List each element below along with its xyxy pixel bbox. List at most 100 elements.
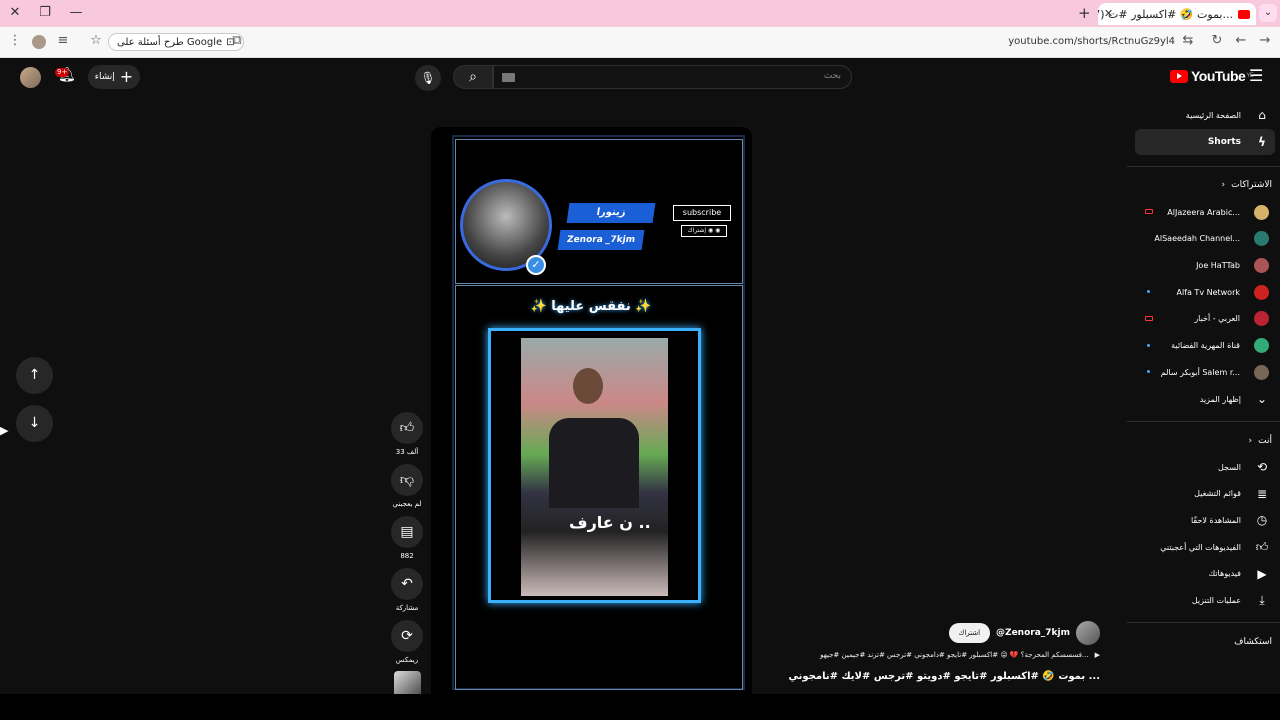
sidebar-item-channel[interactable]: AlSaeedah Channel... (1135, 226, 1275, 252)
close-window-icon[interactable]: ✕ (5, 4, 25, 22)
history-icon: ⟲ (1256, 460, 1268, 474)
tab-close-icon[interactable]: ✕ (1104, 7, 1113, 20)
comment-icon[interactable]: ▤ (391, 516, 423, 548)
arrow-down-icon: ↓ (28, 415, 41, 431)
bookmark-star-icon[interactable]: ☆ (87, 33, 105, 48)
person-head (573, 368, 603, 404)
install-app-icon[interactable]: ⧉ (228, 33, 246, 48)
short-video-player[interactable]: ✓ زينورا Zenora _7kjm subscribe إشتراك ◉… (431, 127, 752, 694)
plus-icon: + (119, 67, 134, 86)
subscriptions-header[interactable]: › الاشتراكات (1222, 180, 1272, 190)
site-settings-icon[interactable]: ⇆ (1179, 33, 1197, 48)
comment-count: 882 (400, 552, 414, 560)
youtube-page: ☰ YouTube YE بحث ⌕ 🎙 إنشاء + 🔔︎ 9+ الصفح… (0, 58, 1280, 712)
explore-title: استكشاف (1234, 637, 1272, 647)
comments-action[interactable]: ▤ 882 (391, 516, 423, 560)
sidebar-item-your-videos[interactable]: فيديوهاتك ▶ (1135, 561, 1275, 587)
browser-tab[interactable]: (647) بموت 🤣 #اكسبلور #ت... (1098, 3, 1256, 25)
share-icon[interactable]: ↶ (391, 568, 423, 600)
account-avatar[interactable] (20, 67, 41, 88)
sidebar-item-show-more[interactable]: إظهار المزيد ⌄ (1135, 386, 1275, 412)
minimize-window-icon[interactable]: — (66, 4, 86, 22)
remix-icon[interactable]: ⟳ (391, 620, 423, 652)
dislike-icon[interactable]: 👎︎ (391, 464, 423, 496)
channel-avatar[interactable] (1076, 621, 1100, 645)
sidebar-item-label: إظهار المزيد (1199, 394, 1241, 404)
reading-list-icon[interactable]: ≡ (54, 33, 72, 48)
subscriptions-title: الاشتراكات (1231, 180, 1272, 190)
inner-video-text: ن عارف .. (569, 513, 651, 532)
sidebar-item-label: الصفحة الرئيسية (1185, 110, 1241, 120)
share-label: مشاركة (395, 604, 419, 612)
playlists-icon: ≣ (1256, 486, 1268, 501)
back-icon[interactable]: → (1256, 33, 1274, 48)
short-title[interactable]: بموت 🤣 #اكسبلور #تايجو #دويتو #ترجس #لاي… (789, 671, 1100, 682)
sidebar-item-channel[interactable]: العربي - أخبار (1135, 306, 1275, 332)
sidebar-item-channel[interactable]: AlJazeera Arabic... (1135, 199, 1275, 225)
chevron-right-icon: › (1221, 180, 1226, 190)
short-description-row[interactable]: فسسسكم المحرجة؟ 💔 😜 #اكسبلور #تايجو #دام… (820, 651, 1100, 659)
new-tab-icon[interactable]: + (1078, 4, 1091, 22)
profile-avatar[interactable] (32, 35, 46, 49)
person-shirt (549, 418, 639, 508)
keyboard-icon[interactable] (502, 73, 515, 82)
forward-icon[interactable]: ← (1232, 33, 1250, 48)
sidebar-item-label: السجل (1217, 462, 1241, 472)
reload-icon[interactable]: ↻ (1208, 33, 1226, 48)
play-icon: ▶ (1094, 651, 1100, 659)
sidebar-item-downloads[interactable]: عمليات التنزيل ⤓ (1135, 588, 1275, 614)
tab-search-icon[interactable]: ⌄ (1259, 4, 1277, 22)
sidebar-item-channel[interactable]: Alfa Tv Network (1135, 279, 1275, 305)
url-text[interactable]: youtube.com/shorts/RctnuGz9yl4 (990, 36, 1175, 47)
new-content-dot (1147, 370, 1150, 374)
chevron-down-icon: ⌄ (1256, 392, 1268, 406)
sidebar-item-playlists[interactable]: قوائم التشغيل ≣ (1135, 481, 1275, 507)
channel-avatar (1254, 284, 1269, 300)
share-action[interactable]: ↶ مشاركة (391, 568, 423, 612)
remix-action[interactable]: ⟳ ريمكس (391, 620, 423, 664)
browser-toolbar: ⋮ ≡ ☆ طرح أسئلة على Google ⊡ ⧉ youtube.c… (0, 27, 1280, 80)
sidebar-item-channel[interactable]: أبوبكر سالم Salem r... (1135, 359, 1275, 385)
you-header[interactable]: › أنت (1249, 436, 1272, 446)
search-button[interactable]: ⌕ (453, 65, 493, 89)
sidebar-item-channel[interactable]: قناة المهرية الفضائية (1135, 333, 1275, 359)
inner-video-frame: ن عارف .. (488, 328, 701, 603)
channel-avatar (1254, 257, 1269, 273)
sidebar-item-label: عمليات التنزيل (1191, 596, 1241, 605)
previous-short-button[interactable]: ↑ (16, 357, 53, 394)
voice-search-button[interactable]: 🎙 (415, 65, 441, 91)
sidebar-item-label: الفيديوهات التي أعجبتني (1160, 542, 1241, 552)
sidebar-item-home[interactable]: الصفحة الرئيسية ⌂ (1135, 102, 1275, 128)
menu-dots-icon[interactable]: ⋮ (6, 33, 24, 48)
youtube-favicon-icon (1238, 9, 1250, 19)
youtube-play-icon (1170, 69, 1188, 83)
watch-later-icon: ◷ (1256, 513, 1268, 528)
live-icon (1145, 315, 1153, 321)
create-button[interactable]: إنشاء + (88, 65, 140, 89)
subscribe-button[interactable]: اشتراك (948, 623, 991, 643)
google-search-chip[interactable]: طرح أسئلة على Google ⊡ (108, 33, 244, 51)
youtube-logo[interactable]: YouTube YE (1170, 68, 1254, 84)
sidebar-item-watch-later[interactable]: المشاهدة لاحقًا ◷ (1135, 507, 1275, 533)
search-input[interactable]: بحث (493, 65, 852, 89)
new-content-dot (1147, 290, 1150, 294)
channel-avatar (1254, 338, 1269, 353)
logo-region: YE (1246, 73, 1254, 79)
sidebar-item-liked[interactable]: الفيديوهات التي أعجبتني 👍︎ (1135, 534, 1275, 560)
overlay-handle-banner: Zenora _7kjm (557, 230, 645, 250)
next-short-button[interactable]: ↓ (16, 405, 53, 442)
dislike-action[interactable]: 👎︎ لم يعجبني (391, 464, 423, 508)
sidebar-item-label: فيديوهاتك (1208, 569, 1241, 579)
like-action[interactable]: 👍︎ 33 ألف (391, 412, 423, 456)
browser-tab-bar: ✕ ❐ — + (647) بموت 🤣 #اكسبلور #ت... ✕ ⌄ (0, 0, 1280, 27)
sidebar-item-shorts[interactable]: Shorts ϟ (1135, 129, 1275, 155)
short-description: فسسسكم المحرجة؟ 💔 😜 #اكسبلور #تايجو #دام… (820, 651, 1089, 659)
restore-window-icon[interactable]: ❐ (35, 4, 55, 22)
downloads-icon: ⤓ (1259, 593, 1265, 607)
sidebar-item-history[interactable]: السجل ⟲ (1135, 454, 1275, 480)
channel-handle[interactable]: @Zenora_7kjm (996, 628, 1070, 638)
sidebar-item-label: قناة المهرية الفضائية (1171, 341, 1240, 350)
sidebar-item-channel[interactable]: Joe HaTTab (1135, 252, 1275, 278)
like-icon[interactable]: 👍︎ (391, 412, 423, 444)
taskbar (0, 694, 1280, 720)
